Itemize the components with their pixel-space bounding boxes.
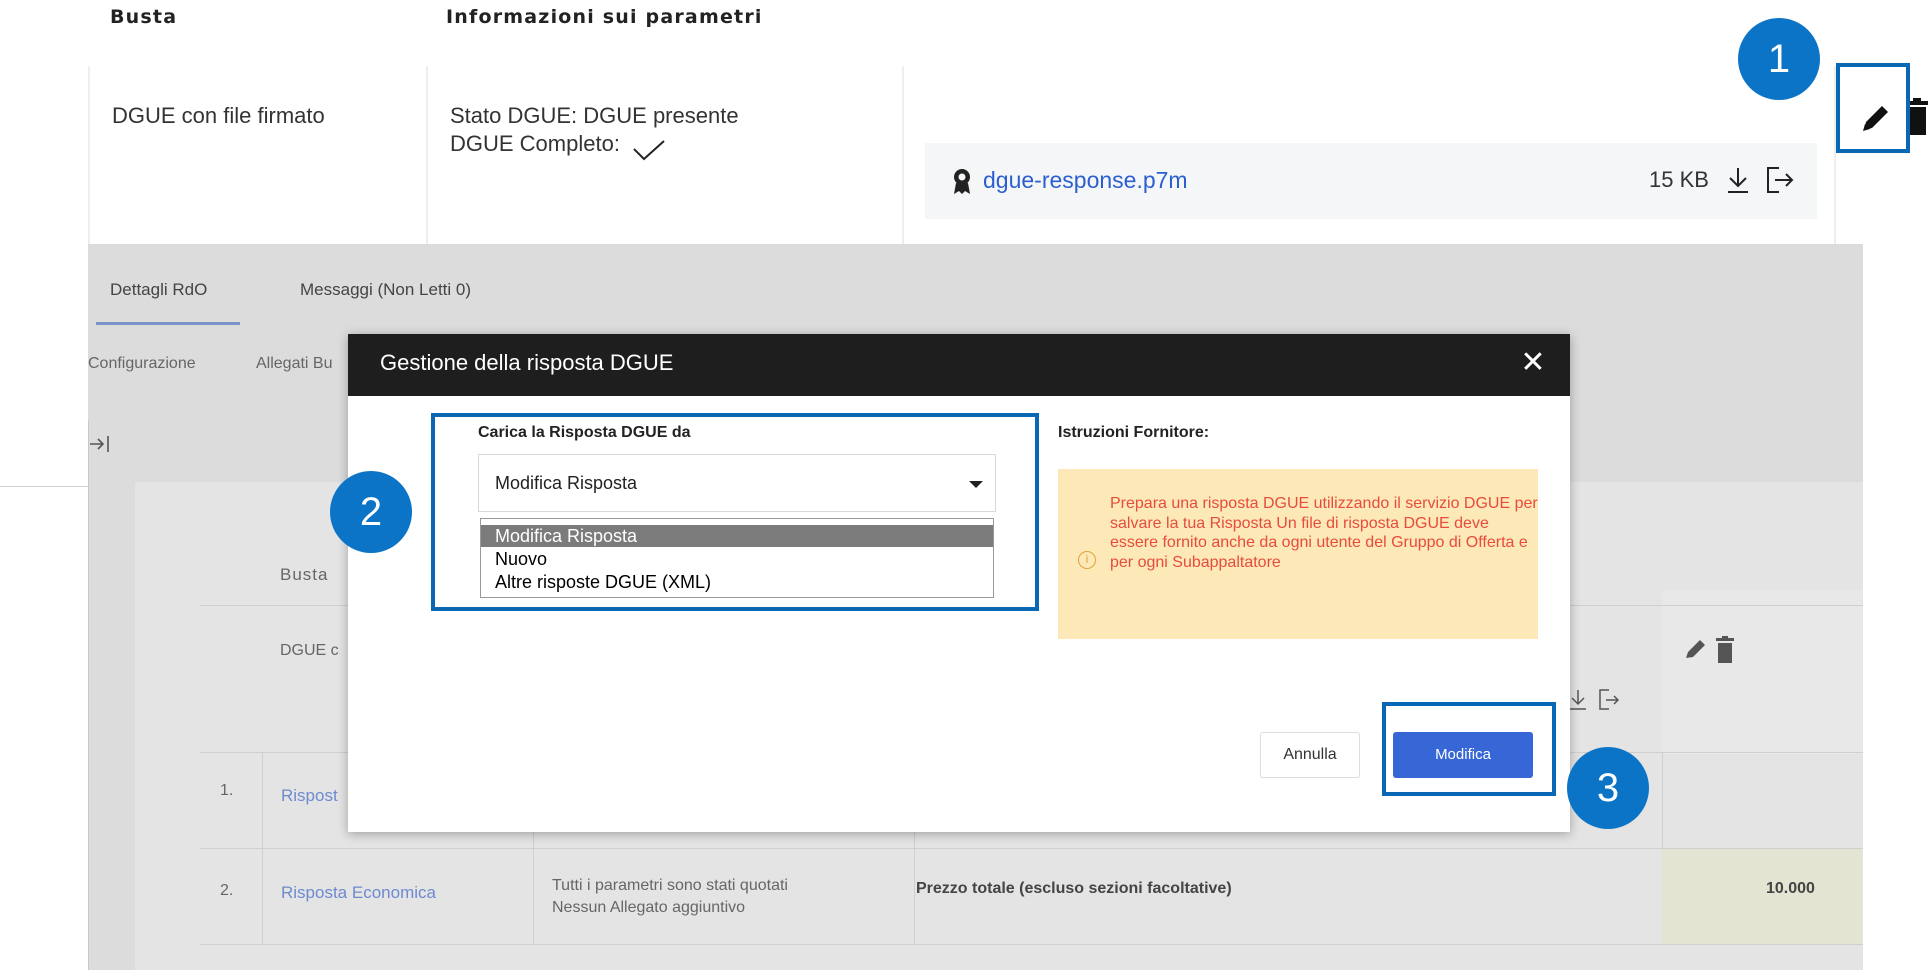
download-icon[interactable]	[1725, 165, 1751, 195]
instructions-box: i Prepara una risposta DGUE utilizzando …	[1058, 469, 1538, 639]
close-icon[interactable]: ✕	[1516, 346, 1550, 380]
open-external-icon[interactable]	[1765, 165, 1795, 195]
sidebar-border	[88, 420, 89, 970]
row-number: 2.	[220, 882, 234, 899]
dgue-completo: DGUE Completo:	[450, 130, 666, 161]
highlight-select	[431, 413, 1039, 611]
file-attachment: dgue-response.p7m 15 KB	[925, 143, 1817, 219]
row-description: Prezzo totale (escluso sezioni facoltati…	[916, 880, 1232, 897]
download-icon[interactable]	[1568, 688, 1588, 712]
instructions-label: Istruzioni Fornitore:	[1058, 424, 1210, 441]
completo-label: DGUE Completo:	[450, 131, 620, 156]
tab-dettagli-rdo[interactable]: Dettagli RdO	[110, 280, 207, 300]
certificate-icon	[954, 169, 970, 194]
callout-badge: 2	[330, 471, 412, 553]
instructions-text: Prepara una risposta DGUE utilizzando il…	[1110, 495, 1538, 571]
cell-info: Stato DGUE: DGUE presente DGUE Completo:	[426, 66, 904, 244]
info-icon: i	[1078, 551, 1096, 569]
active-tab-indicator	[96, 322, 240, 325]
row-link[interactable]: Rispost	[281, 786, 338, 806]
file-link[interactable]: dgue-response.p7m	[983, 167, 1188, 194]
row-number: 1.	[220, 782, 234, 799]
actions-cell	[1662, 590, 1862, 754]
row-link[interactable]: Risposta Economica	[281, 883, 436, 903]
bg-row0-name: DGUE c	[280, 642, 339, 659]
modal-title: Gestione della risposta DGUE	[380, 350, 674, 375]
highlight-modifica	[1382, 702, 1556, 796]
subtab-allegati[interactable]: Allegati Bu	[256, 355, 333, 373]
row-info-2: Nessun Allegato aggiuntivo	[552, 899, 746, 916]
row-divider	[200, 848, 1863, 849]
open-external-icon[interactable]	[1598, 688, 1620, 712]
subtab-configurazione[interactable]: Configurazione	[88, 355, 196, 373]
divider	[0, 486, 88, 487]
row-divider	[200, 944, 1863, 945]
column-header-info: Informazioni sui parametri	[446, 6, 763, 28]
trash-icon[interactable]	[1716, 636, 1734, 664]
column-header-busta: Busta	[110, 6, 178, 28]
row-value: 10.000	[1766, 880, 1815, 897]
callout-badge: 1	[1738, 18, 1820, 100]
cancel-button[interactable]: Annulla	[1260, 732, 1360, 778]
highlight-edit	[1836, 63, 1910, 153]
file-size: 15 KB	[1649, 167, 1709, 192]
check-icon	[633, 140, 665, 161]
value-cell	[1662, 849, 1862, 944]
row-name: DGUE con file firmato	[112, 103, 325, 128]
modal-header: Gestione della risposta DGUE ✕	[348, 334, 1570, 396]
cell-busta: DGUE con file firmato	[88, 66, 428, 244]
row-info-1: Tutti i parametri sono stati quotati	[552, 877, 788, 894]
stato-dgue: Stato DGUE: DGUE presente	[450, 103, 739, 128]
collapse-sidebar-icon[interactable]	[88, 432, 112, 456]
tab-messaggi[interactable]: Messaggi (Non Letti 0)	[300, 280, 471, 300]
pencil-icon[interactable]	[1682, 638, 1708, 662]
bg-header-busta: Busta	[280, 565, 329, 584]
callout-badge: 3	[1567, 747, 1649, 829]
